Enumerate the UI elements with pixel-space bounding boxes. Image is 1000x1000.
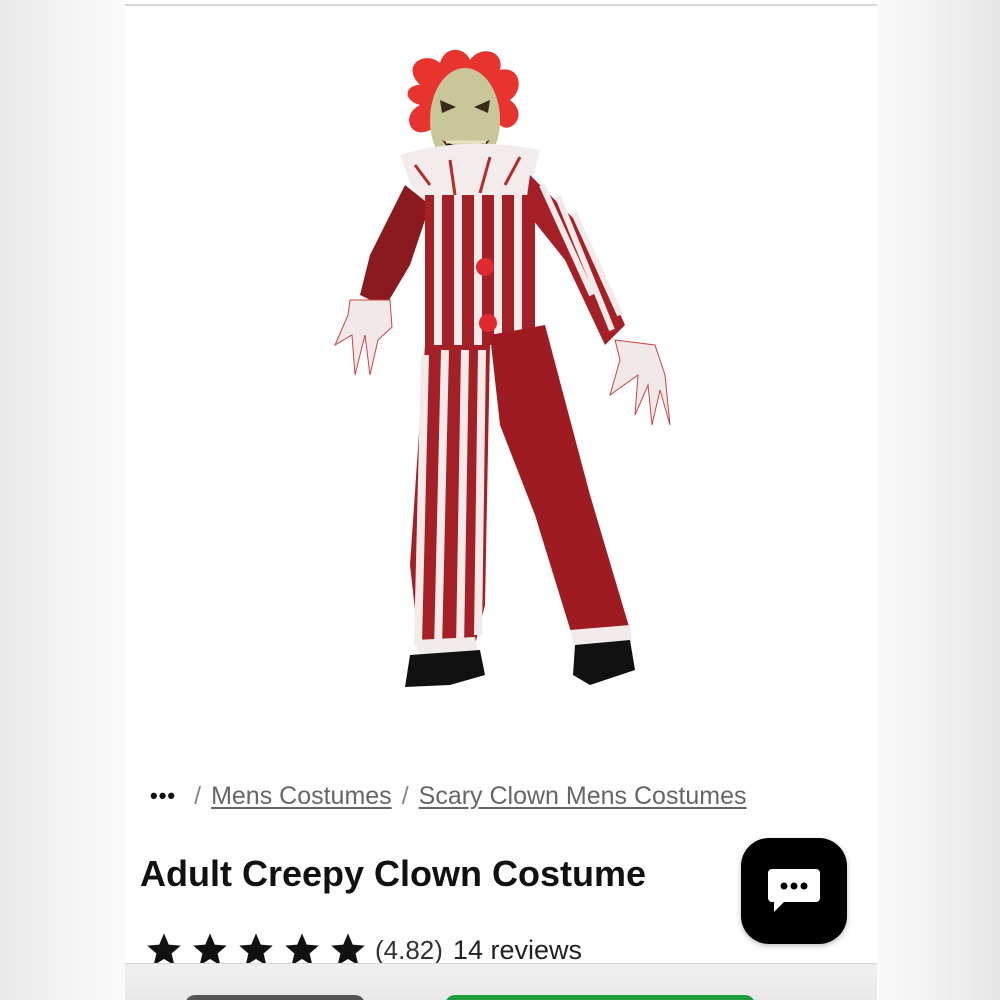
breadcrumb-more-button[interactable]: •••	[150, 783, 176, 809]
top-divider	[125, 4, 877, 6]
secondary-action-button[interactable]	[185, 995, 365, 1000]
product-page: ••• / Mens Costumes / Scary Clown Mens C…	[125, 0, 877, 1000]
chat-bubble-icon	[768, 869, 820, 912]
breadcrumb-link-mens-costumes[interactable]: Mens Costumes	[211, 782, 392, 811]
product-title: Adult Creepy Clown Costume	[140, 853, 647, 894]
product-image[interactable]	[330, 45, 675, 705]
breadcrumb: ••• / Mens Costumes / Scary Clown Mens C…	[150, 780, 747, 812]
breadcrumb-link-scary-clown-mens-costumes[interactable]: Scary Clown Mens Costumes	[419, 782, 747, 811]
breadcrumb-separator: /	[401, 781, 409, 810]
review-count-link[interactable]: 14 reviews	[453, 935, 582, 966]
chat-button[interactable]	[741, 838, 847, 944]
rating-value: (4.82)	[375, 934, 443, 965]
add-to-cart-button[interactable]	[445, 995, 755, 1000]
breadcrumb-separator: /	[194, 781, 202, 810]
